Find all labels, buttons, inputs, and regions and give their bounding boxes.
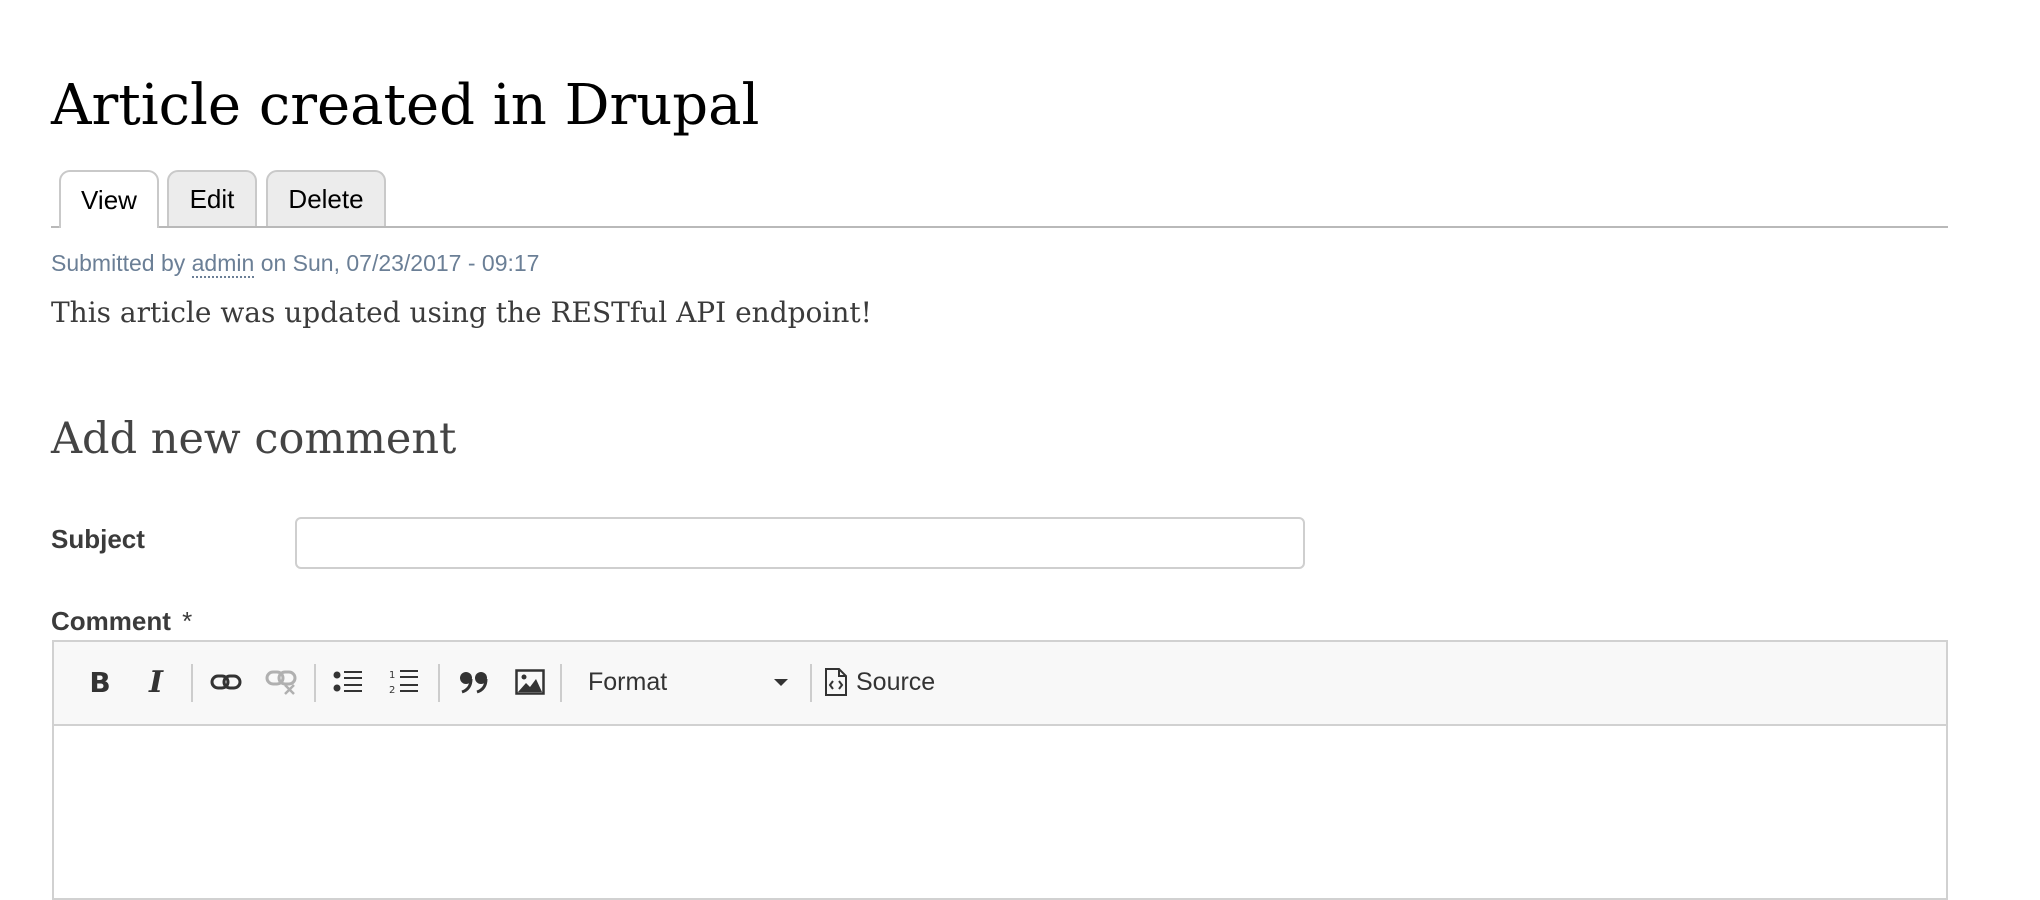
comment-label: Comment <box>51 606 171 636</box>
blockquote-button[interactable] <box>452 660 496 704</box>
bulleted-list-icon <box>333 671 362 692</box>
italic-icon: I <box>148 664 164 700</box>
italic-button[interactable]: I <box>134 660 178 704</box>
numbered-list-button[interactable]: 1 2 <box>382 660 426 704</box>
page-title: Article created in Drupal <box>51 73 760 138</box>
link-button[interactable] <box>204 660 248 704</box>
link-icon <box>210 674 242 690</box>
image-button[interactable] <box>508 660 552 704</box>
svg-text:2: 2 <box>389 685 395 696</box>
toolbar-separator <box>191 664 193 702</box>
source-icon <box>825 668 847 696</box>
tab-edit[interactable]: Edit <box>167 170 257 226</box>
numbered-list-icon: 1 2 <box>389 670 418 696</box>
unlink-icon <box>265 670 297 695</box>
image-icon <box>515 669 545 695</box>
comment-body-input[interactable] <box>54 726 1946 898</box>
toolbar-separator <box>560 664 562 702</box>
submitted-prefix: Submitted by <box>51 250 186 276</box>
editor-toolbar: B I 1 2 Format Source <box>54 642 1946 726</box>
chevron-down-icon <box>774 679 788 686</box>
submitted-meta: Submitted by admin on Sun, 07/23/2017 - … <box>51 250 540 278</box>
required-marker: * <box>182 606 193 636</box>
toolbar-separator <box>810 664 812 702</box>
bold-icon: B <box>89 665 111 699</box>
add-comment-heading: Add new comment <box>51 414 457 464</box>
format-label: Format <box>588 667 668 696</box>
tab-view[interactable]: View <box>59 170 159 228</box>
comment-editor: B I 1 2 Format Source <box>52 640 1948 900</box>
subject-input[interactable] <box>295 517 1305 569</box>
tab-delete[interactable]: Delete <box>266 170 386 226</box>
format-dropdown[interactable]: Format <box>574 660 800 704</box>
source-button[interactable]: Source <box>824 660 935 704</box>
unlink-button[interactable] <box>260 660 304 704</box>
comment-label-row: Comment * <box>51 606 192 637</box>
article-body: This article was updated using the RESTf… <box>51 296 872 329</box>
bulleted-list-button[interactable] <box>326 660 370 704</box>
primary-tabs: View Edit Delete <box>51 168 1948 228</box>
blockquote-icon <box>460 672 488 694</box>
author-link[interactable]: admin <box>191 250 255 278</box>
bold-button[interactable]: B <box>78 660 122 704</box>
subject-label: Subject <box>51 524 145 554</box>
toolbar-separator <box>314 664 316 702</box>
source-label: Source <box>856 667 936 696</box>
submitted-date: on Sun, 07/23/2017 - 09:17 <box>260 250 540 276</box>
svg-text:1: 1 <box>389 670 395 681</box>
toolbar-separator <box>438 664 440 702</box>
